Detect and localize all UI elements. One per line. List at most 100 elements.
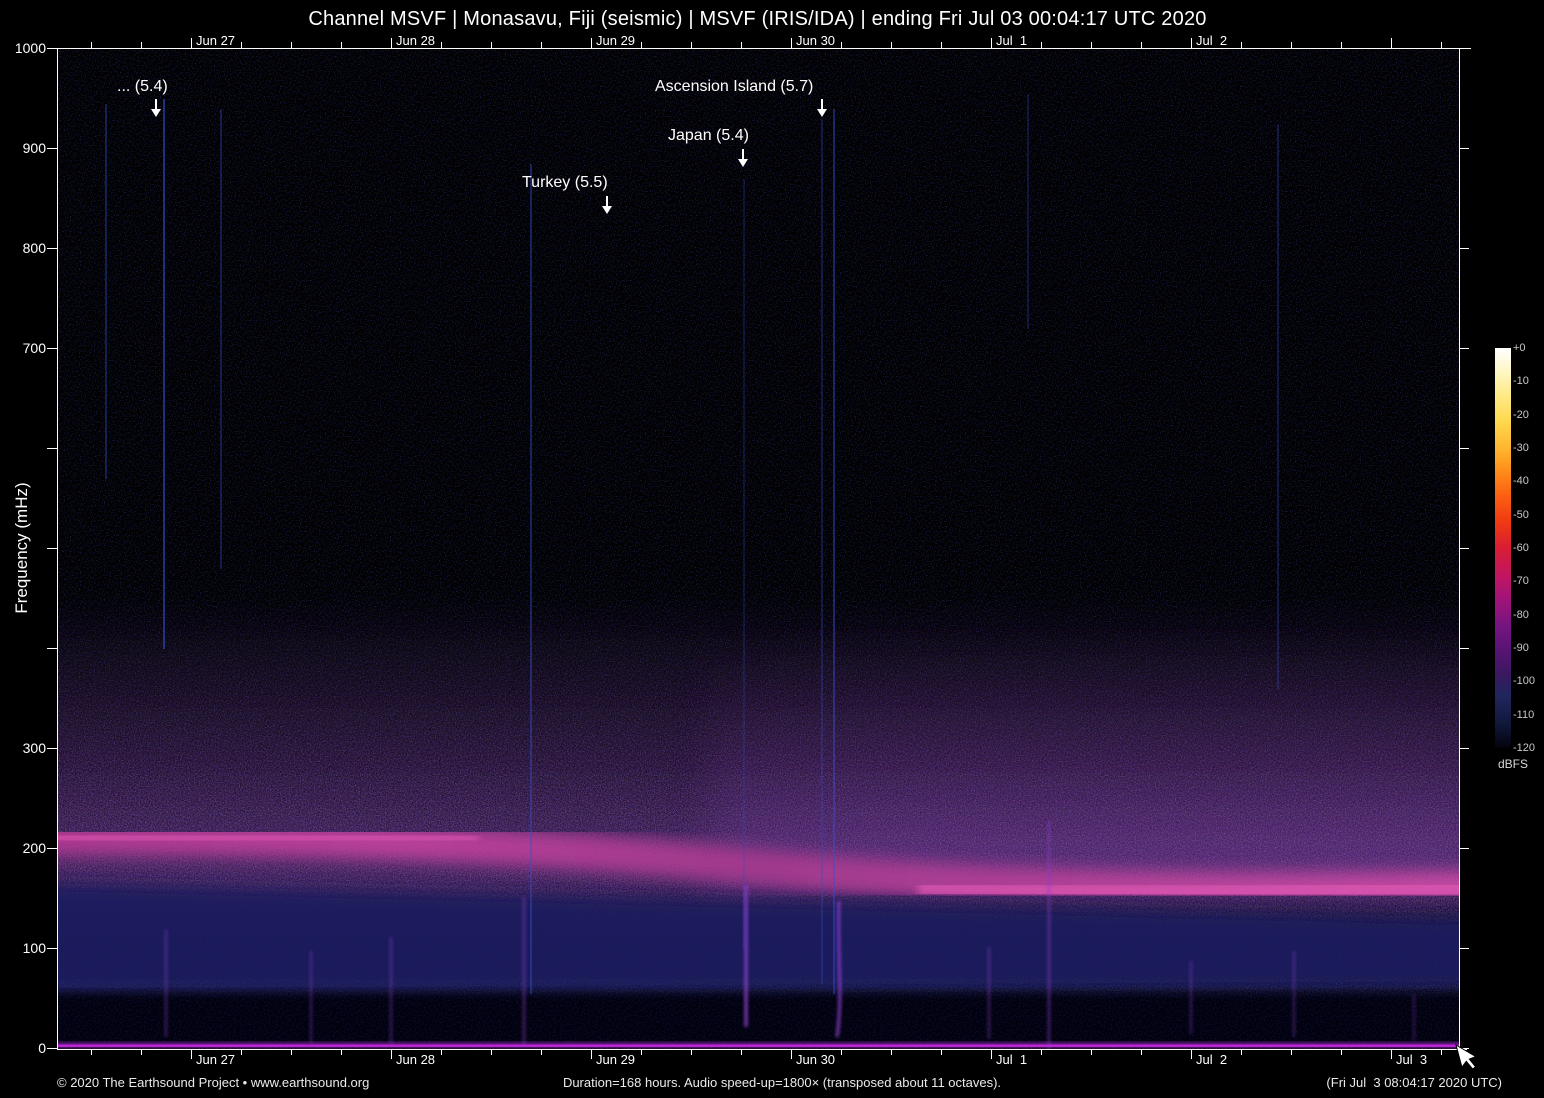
x-axis-day-tick (391, 38, 392, 48)
x-axis-minor-tick (691, 42, 692, 48)
x-axis-minor-tick (541, 1049, 542, 1055)
colorbar-tick-label: -100 (1513, 675, 1536, 688)
x-axis-minor-tick (1441, 1049, 1442, 1055)
colorbar-tick-label: -90 (1513, 642, 1529, 654)
annotation-label: Ascension Island (5.7) (655, 78, 814, 95)
y-axis-tick-right (1459, 848, 1469, 849)
x-axis-minor-tick (241, 1049, 242, 1055)
x-axis-minor-tick (491, 42, 492, 48)
x-axis-top-label: Jul 1 (996, 33, 1028, 48)
colorbar-tick-label: -50 (1513, 508, 1529, 521)
colorbar-tick-label: -70 (1513, 575, 1529, 588)
x-axis-minor-tick (891, 1049, 892, 1055)
x-axis-minor-tick (1441, 42, 1442, 48)
x-axis-bottom-label: Jul 1 (996, 1052, 1028, 1067)
annotation-label: Japan (5.4) (668, 127, 749, 144)
x-axis-minor-tick (1091, 42, 1092, 48)
colorbar-tick-label: +0 (1513, 342, 1526, 354)
x-axis-minor-tick (941, 42, 942, 48)
x-axis-top-label: Jun 30 (796, 33, 836, 48)
x-axis-day-tick (991, 38, 992, 48)
down-arrow-icon (817, 99, 827, 117)
y-axis-tick (47, 648, 57, 649)
spectrogram-plot-area (57, 48, 1460, 1050)
x-axis-minor-tick (741, 42, 742, 48)
footer-duration: Duration=168 hours. Audio speed-up=1800×… (562, 1075, 1002, 1090)
annotation-label: ... (5.4) (117, 78, 168, 95)
x-axis-minor-tick (441, 42, 442, 48)
x-axis-day-tick (391, 1049, 392, 1059)
x-axis-top-label: Jul 2 (1196, 33, 1228, 48)
x-axis-minor-tick (1241, 1049, 1242, 1055)
y-axis-tick (47, 248, 57, 249)
x-axis-minor-tick (1341, 42, 1342, 48)
y-axis-tick-right (1459, 348, 1469, 349)
x-axis-top-label: Jun 27 (196, 33, 236, 48)
x-axis-minor-tick (491, 1049, 492, 1055)
x-axis-minor-tick (1291, 42, 1292, 48)
x-axis-minor-tick (1141, 1049, 1142, 1055)
y-axis-tick (47, 148, 57, 149)
x-axis-bottom-label: Jun 28 (396, 1052, 436, 1067)
y-axis-tick-label: 300 (22, 740, 46, 756)
y-axis-tick-label: 800 (22, 240, 46, 256)
down-arrow-icon (738, 149, 748, 167)
x-axis-day-tick (591, 1049, 592, 1059)
y-axis-tick-right (1459, 448, 1469, 449)
y-axis-tick (47, 1048, 57, 1049)
y-axis-tick-right (1459, 148, 1469, 149)
x-axis-minor-tick (241, 42, 242, 48)
y-axis-tick-label: 700 (22, 340, 46, 356)
x-axis-day-tick (191, 1049, 192, 1059)
x-axis-day-tick (191, 38, 192, 48)
down-arrow-icon (602, 196, 612, 214)
y-axis-tick-label: 1000 (14, 40, 46, 56)
x-axis-bottom-label: Jun 29 (596, 1052, 636, 1067)
x-axis-minor-tick (141, 42, 142, 48)
y-axis-tick-right (1459, 648, 1469, 649)
x-axis-minor-tick (541, 42, 542, 48)
y-axis-tick-right (1459, 48, 1469, 49)
y-axis-tick (47, 348, 57, 349)
x-axis-minor-tick (91, 1049, 92, 1055)
y-axis-tick (47, 748, 57, 749)
x-axis-day-tick (1391, 1049, 1392, 1059)
y-axis-tick-right (1459, 748, 1469, 749)
y-axis-tick (47, 48, 57, 49)
colorbar-tick-label: -80 (1513, 608, 1529, 621)
colorbar-tick-label: -120 (1513, 742, 1536, 754)
colorbar-unit-label: dBFS (1498, 757, 1529, 771)
x-axis-minor-tick (1141, 42, 1142, 48)
x-axis-minor-tick (1041, 1049, 1042, 1055)
x-axis-minor-tick (441, 1049, 442, 1055)
x-axis-day-tick (791, 38, 792, 48)
x-axis-minor-tick (741, 1049, 742, 1055)
x-axis-minor-tick (941, 1049, 942, 1055)
x-axis-minor-tick (691, 1049, 692, 1055)
x-axis-top-label: Jun 28 (396, 33, 436, 48)
x-axis-minor-tick (891, 42, 892, 48)
colorbar-tick-label: -60 (1513, 542, 1529, 554)
colorbar-tick-label: -110 (1513, 708, 1535, 721)
x-axis-bottom-label: Jul 3 (1396, 1052, 1428, 1067)
x-axis-bottom-label: Jun 30 (796, 1052, 836, 1067)
x-axis-minor-tick (641, 42, 642, 48)
x-axis-minor-tick (291, 1049, 292, 1055)
colorbar-tick-label: -40 (1513, 475, 1529, 488)
y-axis-tick (47, 848, 57, 849)
x-axis-day-tick (791, 1049, 792, 1059)
page: { "title": "Channel MSVF | Monasavu, Fij… (0, 0, 1544, 1098)
x-axis-minor-tick (1091, 1049, 1092, 1055)
x-axis-minor-tick (141, 1049, 142, 1055)
x-axis-bottom-label: Jul 2 (1196, 1052, 1228, 1067)
x-axis-day-tick (1191, 38, 1192, 48)
y-axis-tick (47, 548, 57, 549)
y-axis-tick-right (1459, 248, 1469, 249)
colorbar-gradient (1495, 348, 1511, 748)
y-axis-tick-label: 100 (22, 940, 46, 956)
x-axis-day-tick (1391, 38, 1392, 48)
colorbar-tick-label: -30 (1513, 442, 1529, 454)
annotation-label: Turkey (5.5) (522, 174, 608, 191)
page-title: Channel MSVF | Monasavu, Fiji (seismic) … (308, 8, 1207, 30)
x-axis-minor-tick (1241, 42, 1242, 48)
